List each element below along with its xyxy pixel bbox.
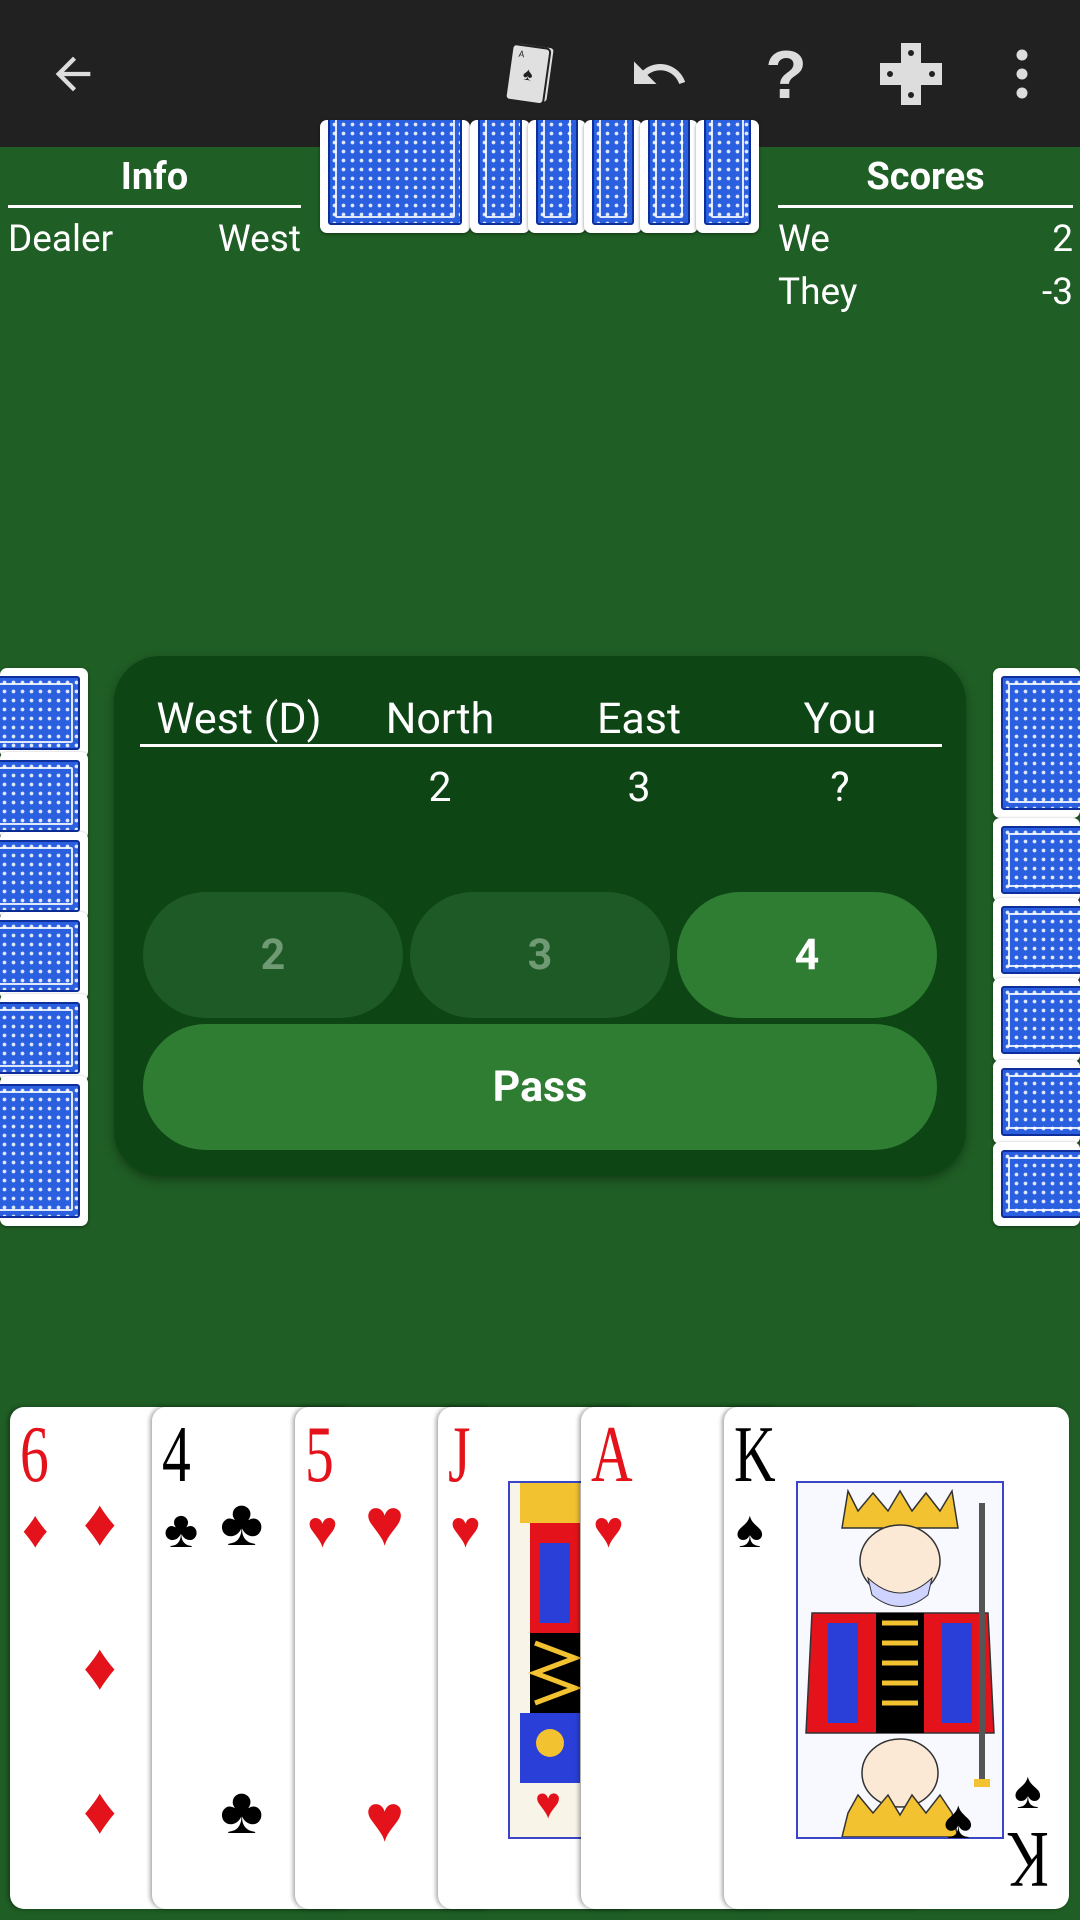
info-divider <box>8 205 301 208</box>
help-icon[interactable]: ? <box>734 22 838 126</box>
heart-icon: ♥ <box>450 1502 481 1559</box>
card-rank: 5 <box>305 1411 334 1499</box>
dealer-label: Dealer <box>8 218 114 261</box>
west-card-back <box>0 832 88 920</box>
svg-text:♥: ♥ <box>535 1779 561 1828</box>
west-card-back <box>0 912 88 1000</box>
pass-button[interactable]: Pass <box>143 1024 937 1150</box>
east-card-back <box>993 668 1080 818</box>
bid-north: 2 <box>428 764 452 812</box>
east-card-back <box>993 818 1080 902</box>
king-face-illustration <box>796 1481 1004 1839</box>
north-card-back <box>584 120 642 233</box>
score-we-label: We <box>778 218 830 261</box>
card-rank-inverted: K <box>1007 1815 1049 1903</box>
north-card-back <box>640 120 698 233</box>
scores-divider <box>778 205 1073 208</box>
east-card-back <box>993 978 1080 1062</box>
north-card-back <box>470 120 530 233</box>
heart-icon: ♥ <box>307 1502 338 1559</box>
club-icon: ♣ <box>220 1775 264 1848</box>
card-rank: K <box>734 1411 776 1499</box>
heart-icon: ♥ <box>365 1783 405 1856</box>
score-they-value: -3 <box>1041 271 1073 314</box>
spade-icon: ♠ <box>944 1790 973 1850</box>
west-card-back <box>0 1076 88 1226</box>
heart-icon: ♥ <box>365 1487 405 1560</box>
bid-3-button[interactable]: 3 <box>410 892 670 1018</box>
bid-header-east: East <box>596 694 682 744</box>
bid-header-west: West (D) <box>156 694 322 744</box>
card-rank: A <box>591 1411 633 1499</box>
card-king-spades[interactable]: K ♠ ♠ ♠ K <box>724 1407 1069 1909</box>
deck-icon[interactable]: ♠ A <box>482 22 586 126</box>
svg-text:?: ? <box>765 42 807 106</box>
heart-icon: ♥ <box>593 1502 624 1559</box>
west-card-back <box>0 668 88 758</box>
card-rank: J <box>448 1411 471 1499</box>
bid-header-divider <box>140 744 942 747</box>
bid-2-button[interactable]: 2 <box>143 892 403 1018</box>
diamond-icon: ♦ <box>83 1487 117 1560</box>
undo-icon[interactable] <box>607 22 711 126</box>
west-card-back <box>0 994 88 1082</box>
east-card-back <box>993 1142 1080 1226</box>
spade-icon: ♠ <box>736 1502 764 1559</box>
bid-east: 3 <box>627 764 651 812</box>
diamond-icon: ♦ <box>83 1775 117 1848</box>
more-vert-icon[interactable] <box>970 22 1074 126</box>
back-arrow-icon[interactable] <box>21 22 125 126</box>
scores-title: Scores <box>866 155 985 199</box>
west-card-back <box>0 752 88 840</box>
score-they-label: They <box>778 271 858 314</box>
diamond-icon: ♦ <box>22 1502 49 1559</box>
club-icon: ♣ <box>164 1502 199 1559</box>
diamond-icon: ♦ <box>83 1631 117 1704</box>
score-we-value: 2 <box>1052 218 1073 261</box>
info-title: Info <box>120 155 189 199</box>
bid-header-you: You <box>803 694 877 744</box>
bidding-panel: West (D) North East You 2 3 ? 2 3 4 Pass <box>114 656 966 1176</box>
dpad-icon[interactable] <box>859 22 963 126</box>
bid-you: ? <box>830 764 850 812</box>
north-card-back <box>528 120 586 233</box>
bid-4-button[interactable]: 4 <box>677 892 937 1018</box>
north-card-back <box>320 120 470 233</box>
club-icon: ♣ <box>220 1487 264 1560</box>
east-card-back <box>993 1060 1080 1144</box>
dealer-value: West <box>217 218 301 261</box>
east-card-back <box>993 898 1080 982</box>
north-card-back <box>696 120 759 233</box>
bid-header-north: North <box>385 694 495 744</box>
card-rank: 6 <box>20 1411 49 1499</box>
card-rank: 4 <box>162 1411 191 1499</box>
